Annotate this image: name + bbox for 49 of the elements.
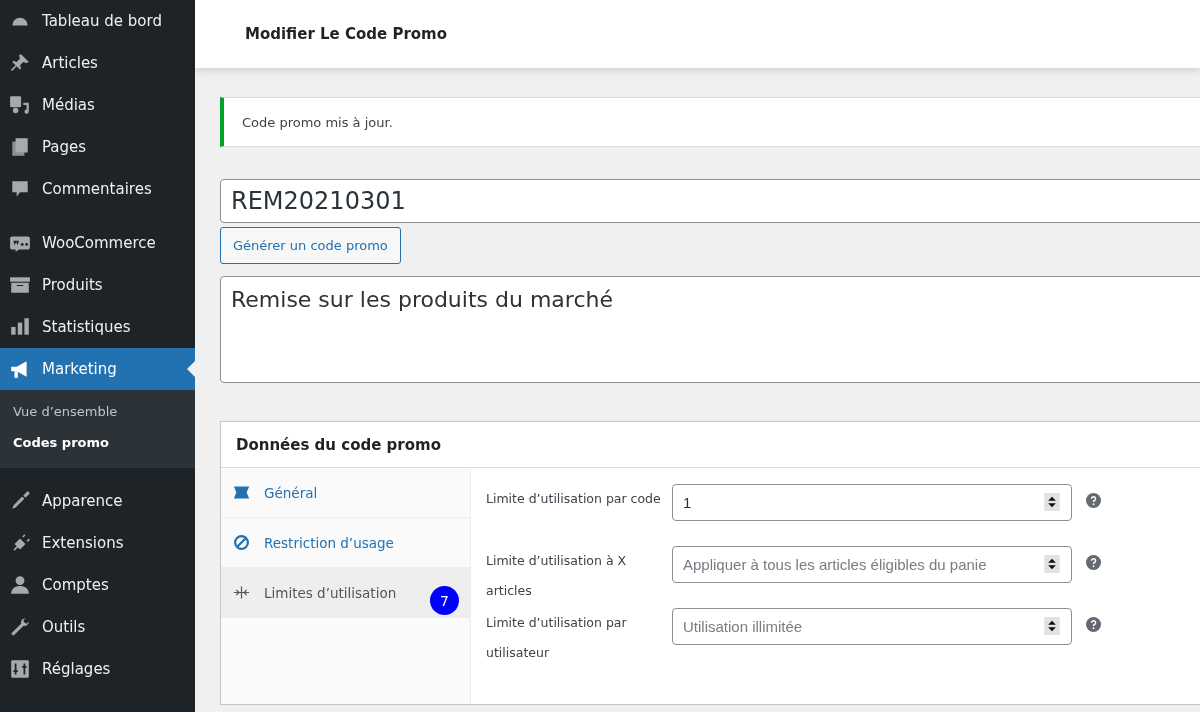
bar-chart-icon bbox=[9, 316, 31, 338]
field-label: Limite d’utilisation par code bbox=[486, 490, 662, 508]
spinner-icon[interactable] bbox=[1044, 493, 1060, 511]
spinner-icon[interactable] bbox=[1044, 617, 1060, 635]
notice-text: Code promo mis à jour. bbox=[242, 114, 393, 130]
sidebar-item[interactable]: Apparence bbox=[0, 480, 195, 522]
sidebar-item[interactable]: Articles bbox=[0, 42, 195, 84]
brush-icon bbox=[9, 490, 31, 512]
generate-code-button[interactable]: Générer un code promo bbox=[220, 227, 401, 264]
limit-icon bbox=[233, 584, 250, 601]
spinner-icon[interactable] bbox=[1044, 555, 1060, 573]
pages-icon bbox=[9, 136, 31, 158]
panel-tab[interactable]: Limites d’utilisation 7 bbox=[221, 568, 470, 618]
number-field[interactable]: 1 bbox=[672, 484, 1072, 521]
sidebar-item[interactable]: Statistiques bbox=[0, 306, 195, 348]
field-label: Limite d’utilisation à X articles bbox=[486, 552, 628, 600]
media-icon bbox=[9, 94, 31, 116]
sidebar-item[interactable]: Réglages bbox=[0, 648, 195, 690]
sidebar-item[interactable]: Commentaires bbox=[0, 168, 195, 210]
number-field[interactable]: Utilisation illimitée bbox=[672, 608, 1072, 645]
sidebar-item[interactable]: WooCommerce bbox=[0, 222, 195, 264]
sliders-icon bbox=[9, 658, 31, 680]
panel-title: Données du code promo bbox=[236, 435, 441, 454]
count-badge: 7 bbox=[430, 586, 459, 615]
submenu-item[interactable]: Vue d’ensemble bbox=[0, 396, 195, 427]
field-label: Limite d’utilisation par utilisateur bbox=[486, 614, 628, 662]
prohibited-icon bbox=[233, 534, 250, 551]
help-icon[interactable] bbox=[1086, 617, 1101, 632]
help-icon[interactable] bbox=[1086, 555, 1101, 570]
help-icon[interactable] bbox=[1086, 493, 1101, 508]
user-icon bbox=[9, 574, 31, 596]
page-title: Modifier Le Code Promo bbox=[245, 25, 448, 43]
sidebar-item[interactable]: Médias bbox=[0, 84, 195, 126]
archive-icon bbox=[9, 274, 31, 296]
sidebar-item[interactable]: Comptes bbox=[0, 564, 195, 606]
submenu-item[interactable]: Codes promo bbox=[0, 427, 195, 458]
coupon-code-field[interactable]: REM20210301 bbox=[220, 179, 1200, 223]
sidebar-item[interactable]: Produits bbox=[0, 264, 195, 306]
sidebar-item[interactable]: Extensions bbox=[0, 522, 195, 564]
panel-tab[interactable]: Général bbox=[221, 468, 470, 518]
pin-icon bbox=[9, 52, 31, 74]
number-field[interactable]: Appliquer à tous les articles éligibles du panie bbox=[672, 546, 1072, 583]
description-field[interactable]: Remise sur les produits du marché bbox=[220, 276, 1200, 383]
wrench-icon bbox=[9, 616, 31, 638]
sidebar-item[interactable]: Marketing bbox=[0, 348, 195, 390]
sidebar-item[interactable]: Tableau de bord bbox=[0, 0, 195, 42]
ticket-icon bbox=[233, 484, 250, 501]
sidebar-item[interactable]: Pages bbox=[0, 126, 195, 168]
sidebar-item[interactable]: Outils bbox=[0, 606, 195, 648]
